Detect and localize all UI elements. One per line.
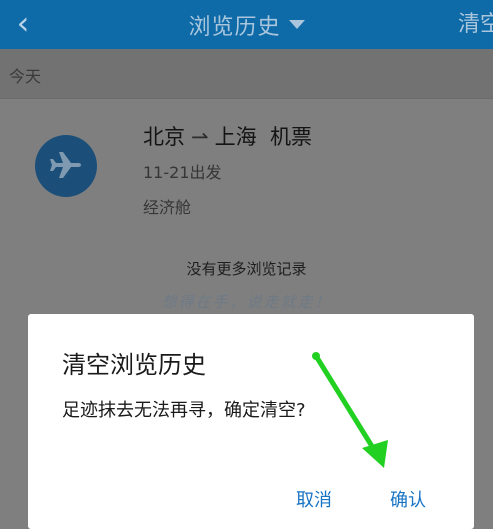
page-title-dropdown[interactable]: 浏览历史 — [188, 9, 280, 41]
back-button[interactable]: ‹ — [6, 4, 40, 42]
slogan: 想得在手，说走就走！ — [161, 293, 332, 311]
cabin-class: 经济舱 — [143, 198, 192, 217]
no-more-records: 没有更多浏览记录 — [186, 260, 307, 278]
route-title: 北京 ⇀ 上海 机票 — [143, 121, 312, 151]
one-way-arrow-icon: ⇀ — [191, 125, 209, 149]
cancel-button[interactable]: 取消 — [296, 486, 332, 512]
date-section-header: 今天 — [0, 49, 493, 99]
clear-button[interactable]: 清空 — [458, 6, 493, 38]
dialog-title: 清空浏览历史 — [62, 351, 206, 379]
depart-date: 11-21出发 — [143, 163, 222, 182]
history-item[interactable]: 北京 ⇀ 上海 机票 11-21出发 经济舱 — [0, 99, 493, 229]
product-type: 机票 — [269, 125, 312, 149]
origin-city: 北京 — [143, 125, 185, 149]
chevron-left-icon: ‹ — [16, 4, 30, 42]
airplane-icon — [35, 135, 97, 197]
dialog-message: 足迹抹去无法再寻，确定清空? — [62, 400, 306, 421]
clear-history-dialog: 清空浏览历史 足迹抹去无法再寻，确定清空? 取消 确认 — [28, 314, 474, 529]
app-header: ‹ 浏览历史 清空 — [0, 0, 493, 49]
caret-down-icon[interactable] — [288, 20, 305, 29]
section-label: 今天 — [9, 67, 42, 86]
header-title-wrap: 浏览历史 — [0, 0, 493, 49]
confirm-button[interactable]: 确认 — [390, 486, 426, 512]
destination-city: 上海 — [214, 125, 257, 149]
